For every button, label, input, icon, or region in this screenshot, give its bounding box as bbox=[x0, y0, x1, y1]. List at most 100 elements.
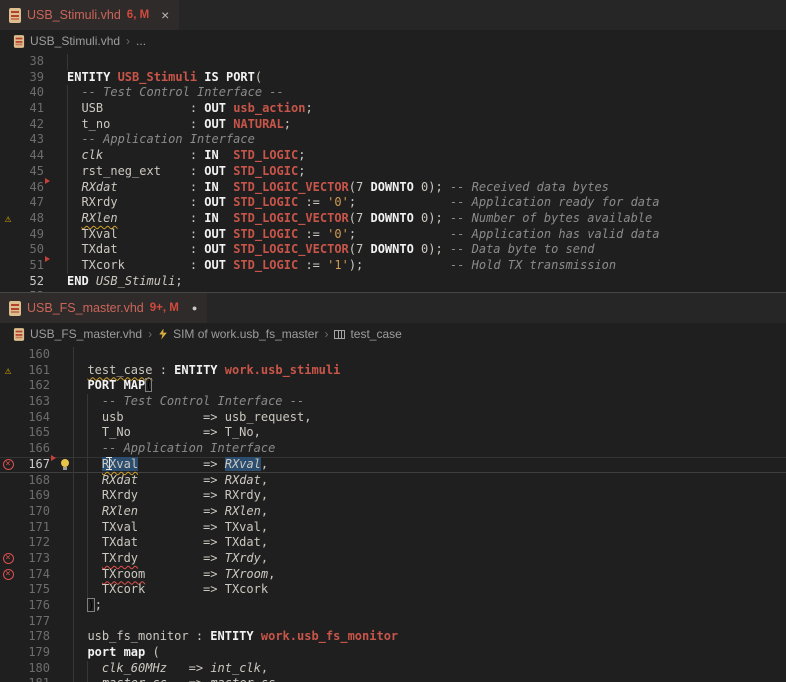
code-token: TXdat => TXdat, bbox=[73, 535, 268, 549]
breadcrumb-item[interactable]: SIM of work.usb_fs_master bbox=[158, 327, 318, 341]
code-token bbox=[167, 661, 189, 675]
indent-guide bbox=[87, 582, 88, 598]
code-line-text[interactable]: PORT MAP( bbox=[73, 378, 786, 394]
code-area[interactable]: 160⚠161 test_case : ENTITY work.usb_stim… bbox=[0, 345, 786, 682]
code-line-text[interactable]: TXroom => TXroom, bbox=[73, 567, 786, 583]
code-token: RXdat bbox=[81, 180, 117, 194]
breadcrumb-item[interactable]: ... bbox=[136, 34, 146, 48]
glyph-margin-cell bbox=[57, 504, 73, 520]
code-line-text[interactable]: port map ( bbox=[73, 645, 786, 661]
line-number: 162 bbox=[16, 378, 50, 394]
code-line-text[interactable]: RXrdy => RXrdy, bbox=[73, 488, 786, 504]
breadcrumb-item[interactable]: test_case bbox=[334, 327, 401, 341]
code-token: clk bbox=[81, 148, 103, 162]
code-token: work.usb_fs_monitor bbox=[261, 629, 398, 643]
lightbulb-icon[interactable] bbox=[60, 459, 70, 471]
gutter-marker-cell bbox=[44, 117, 51, 133]
code-line-text[interactable]: -- Application Interface bbox=[67, 132, 786, 148]
breadcrumb-item[interactable]: USB_FS_master.vhd bbox=[13, 327, 142, 342]
code-token: ENTITY bbox=[67, 70, 118, 84]
code-token: , bbox=[261, 661, 268, 675]
code-token: , bbox=[261, 551, 268, 565]
code-line-text[interactable]: t_no : OUT NATURAL; bbox=[67, 117, 786, 133]
unsaved-dot-icon[interactable]: ● bbox=[192, 303, 197, 313]
indent-guide bbox=[87, 457, 88, 473]
line-number: 42 bbox=[16, 117, 44, 133]
code-line: 176 ); bbox=[0, 598, 786, 614]
code-line-text[interactable]: master_ss => master_ss bbox=[73, 676, 786, 682]
code-line-text[interactable]: test_case : ENTITY work.usb_stimuli bbox=[73, 363, 786, 379]
tab-usb-stimuli[interactable]: USB_Stimuli.vhd 6, M × bbox=[0, 0, 179, 30]
code-token: (7 bbox=[349, 180, 371, 194]
code-line-text[interactable]: TXcork : OUT STD_LOGIC := '1'); -- Hold … bbox=[67, 258, 786, 274]
code-token: : bbox=[152, 363, 174, 377]
code-line-text[interactable]: rst_neg_ext : OUT STD_LOGIC; bbox=[67, 164, 786, 180]
code-token: (7 bbox=[349, 242, 371, 256]
red-flag-icon bbox=[51, 455, 56, 461]
code-line-text[interactable]: usb_fs_monitor : ENTITY work.usb_fs_moni… bbox=[73, 629, 786, 645]
code-token: ; bbox=[175, 274, 182, 288]
error-icon: × bbox=[3, 569, 14, 580]
gutter-problem-cell bbox=[0, 614, 16, 630]
code-line-text[interactable] bbox=[67, 54, 786, 70]
code-line-text[interactable]: usb => usb_request, bbox=[73, 410, 786, 426]
code-line-text[interactable]: -- Test Control Interface -- bbox=[67, 85, 786, 101]
code-line-text[interactable] bbox=[73, 614, 786, 630]
indent-guide bbox=[73, 394, 74, 410]
code-token: ( bbox=[145, 645, 159, 659]
code-token: IN bbox=[204, 211, 218, 225]
code-line-text[interactable]: -- Application Interface bbox=[73, 441, 786, 457]
indent-guide bbox=[87, 676, 88, 682]
code-line-text[interactable]: RXrdy : OUT STD_LOGIC := '0'; -- Applica… bbox=[67, 195, 786, 211]
indent-guide bbox=[87, 488, 88, 504]
code-line-text[interactable]: RXdat => RXdat, bbox=[73, 473, 786, 489]
gutter-marker-cell bbox=[50, 661, 57, 677]
code-line-text[interactable]: ); bbox=[73, 598, 786, 614]
code-line: 165 T_No => T_No, bbox=[0, 425, 786, 441]
code-line-text[interactable]: clk_60MHz => int_clk, bbox=[73, 661, 786, 677]
glyph-margin-cell bbox=[51, 70, 67, 86]
code-line-text[interactable]: TXrdy => TXrdy, bbox=[73, 551, 786, 567]
indent-guide bbox=[67, 54, 68, 70]
indent-guide bbox=[87, 661, 88, 677]
code-line-text[interactable]: clk : IN STD_LOGIC; bbox=[67, 148, 786, 164]
gutter-marker-cell bbox=[50, 394, 57, 410]
close-icon[interactable]: × bbox=[161, 8, 169, 22]
code-line-text[interactable]: END USB_Stimuli; bbox=[67, 274, 786, 290]
code-line-text[interactable]: TXcork => TXcork bbox=[73, 582, 786, 598]
code-line-text[interactable]: T_No => T_No, bbox=[73, 425, 786, 441]
code-line-text[interactable]: USB : OUT usb_action; bbox=[67, 101, 786, 117]
tab-usb-fs-master[interactable]: USB_FS_master.vhd 9+, M ● bbox=[0, 293, 207, 323]
line-number: 168 bbox=[16, 473, 50, 489]
indent-guide bbox=[73, 661, 74, 677]
code-line-text[interactable]: RXlen => RXlen, bbox=[73, 504, 786, 520]
code-line-text[interactable]: RXlen : IN STD_LOGIC_VECTOR(7 DOWNTO 0);… bbox=[67, 211, 786, 227]
warning-icon: ⚠ bbox=[5, 365, 12, 376]
glyph-margin-cell bbox=[51, 164, 67, 180]
indent-guide bbox=[67, 180, 68, 196]
gutter-problem-cell bbox=[0, 117, 16, 133]
gutter-problem-cell: ⚠ bbox=[0, 211, 16, 227]
code-area[interactable]: 3839ENTITY USB_Stimuli IS PORT(40 -- Tes… bbox=[0, 52, 786, 292]
code-line-text[interactable]: RXval => RXval, bbox=[73, 457, 786, 473]
code-line-text[interactable]: TXdat : OUT STD_LOGIC_VECTOR(7 DOWNTO 0)… bbox=[67, 242, 786, 258]
glyph-margin-cell bbox=[51, 242, 67, 258]
gutter-problem-cell bbox=[0, 227, 16, 243]
code-token: TXval => TXval, bbox=[73, 520, 268, 534]
line-number: 50 bbox=[16, 242, 44, 258]
code-line-text[interactable]: TXdat => TXdat, bbox=[73, 535, 786, 551]
code-line-text[interactable]: TXval : OUT STD_LOGIC := '0'; -- Applica… bbox=[67, 227, 786, 243]
breadcrumb-item[interactable]: USB_Stimuli.vhd bbox=[13, 34, 120, 49]
code-line-text[interactable]: -- Test Control Interface -- bbox=[73, 394, 786, 410]
code-line-text[interactable]: TXval => TXval, bbox=[73, 520, 786, 536]
glyph-margin-cell bbox=[51, 211, 67, 227]
code-line-text[interactable]: ENTITY USB_Stimuli IS PORT( bbox=[67, 70, 786, 86]
glyph-margin-cell bbox=[57, 363, 73, 379]
code-line-text[interactable] bbox=[73, 347, 786, 363]
glyph-margin-cell bbox=[57, 551, 73, 567]
code-token: IS bbox=[204, 70, 218, 84]
code-line-text[interactable]: RXdat : IN STD_LOGIC_VECTOR(7 DOWNTO 0);… bbox=[67, 180, 786, 196]
code-token: usb => usb_request, bbox=[73, 410, 311, 424]
code-token bbox=[73, 645, 87, 659]
code-token: '0' bbox=[327, 227, 349, 241]
